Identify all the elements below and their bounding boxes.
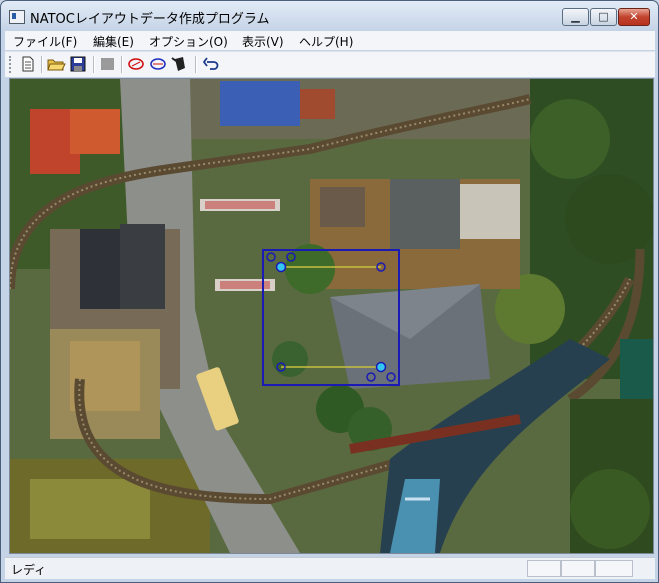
status-text: レディ — [11, 563, 47, 577]
maximize-button[interactable]: □ — [590, 8, 617, 26]
toolbar-grip[interactable] — [9, 56, 14, 73]
minimize-button[interactable]: ▁ — [562, 8, 589, 26]
layout-canvas[interactable] — [9, 78, 654, 554]
menu-file[interactable]: ファイル(F) — [13, 33, 77, 50]
open-folder-icon[interactable] — [46, 55, 66, 73]
status-pane — [527, 560, 561, 577]
save-icon[interactable] — [68, 55, 88, 73]
selection-handle[interactable] — [275, 261, 287, 273]
status-pane — [595, 560, 633, 577]
toolbar — [5, 51, 655, 77]
new-file-icon[interactable] — [18, 55, 38, 73]
status-pane — [561, 560, 595, 577]
menu-help[interactable]: ヘルプ(H) — [299, 33, 353, 50]
title-bar[interactable]: NATOCレイアウトデータ作成プログラム ▁ □ ✕ — [1, 1, 658, 31]
menu-edit[interactable]: 編集(E) — [93, 33, 134, 50]
bucket-icon[interactable] — [170, 55, 190, 73]
layout-photo[interactable] — [10, 79, 653, 553]
menu-view[interactable]: 表示(V) — [242, 33, 284, 50]
selection-handle[interactable] — [375, 361, 387, 373]
app-window: NATOCレイアウトデータ作成プログラム ▁ □ ✕ ファイル(F) 編集(E)… — [0, 0, 659, 583]
menu-bar: ファイル(F) 編集(E) オプション(O) 表示(V) ヘルプ(H) — [5, 31, 655, 50]
status-bar: レディ — [5, 557, 655, 579]
window-title: NATOCレイアウトデータ作成プログラム — [30, 12, 270, 27]
undo-icon[interactable] — [201, 55, 221, 73]
red-ellipse-icon[interactable] — [126, 55, 146, 73]
toolbar-separator — [41, 56, 43, 73]
toolbar-separator — [195, 56, 197, 73]
close-button[interactable]: ✕ — [618, 8, 650, 26]
toolbar-separator — [121, 56, 123, 73]
toolbar-separator — [93, 56, 95, 73]
blue-ellipse-icon[interactable] — [148, 55, 168, 73]
app-icon[interactable] — [9, 10, 25, 24]
stop-icon[interactable] — [98, 55, 118, 73]
menu-options[interactable]: オプション(O) — [149, 33, 228, 50]
